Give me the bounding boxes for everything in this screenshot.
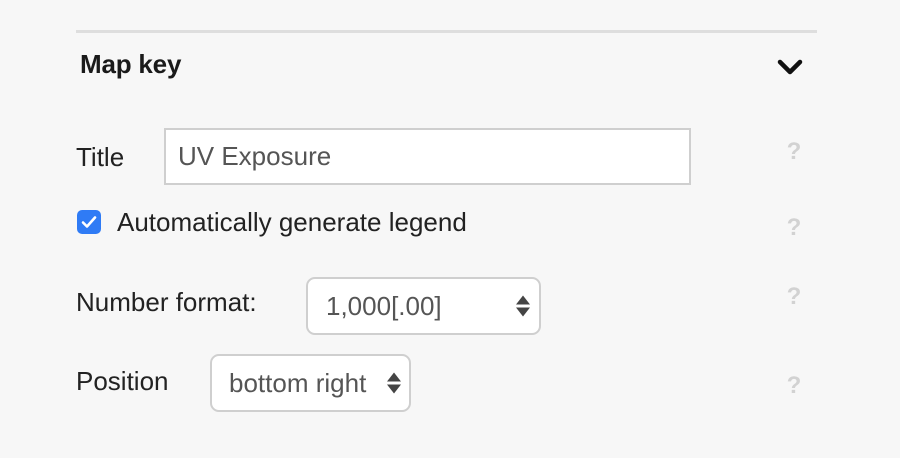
number-format-select[interactable]: 1,000[.00] (306, 277, 541, 335)
number-format-label: Number format: (76, 287, 257, 317)
title-help-icon[interactable]: ? (782, 138, 806, 166)
legend-checkbox[interactable] (77, 210, 101, 234)
select-arrows-icon (516, 295, 530, 317)
section-divider (76, 30, 817, 33)
position-label: Position (76, 366, 169, 396)
title-label: Title (76, 142, 125, 172)
position-value: bottom right (229, 367, 367, 398)
chevron-down-icon (777, 59, 803, 75)
checkmark-icon (81, 216, 97, 228)
legend-checkbox-label[interactable]: Automatically generate legend (117, 207, 467, 238)
number-format-help-icon[interactable]: ? (782, 283, 806, 311)
legend-help-icon[interactable]: ? (782, 214, 806, 242)
position-select[interactable]: bottom right (210, 354, 411, 412)
collapse-button[interactable] (772, 50, 808, 84)
title-input[interactable] (164, 128, 691, 185)
section-title: Map key (80, 49, 182, 79)
position-help-icon[interactable]: ? (782, 372, 806, 400)
select-arrows-icon (387, 372, 401, 394)
number-format-value: 1,000[.00] (326, 290, 442, 321)
